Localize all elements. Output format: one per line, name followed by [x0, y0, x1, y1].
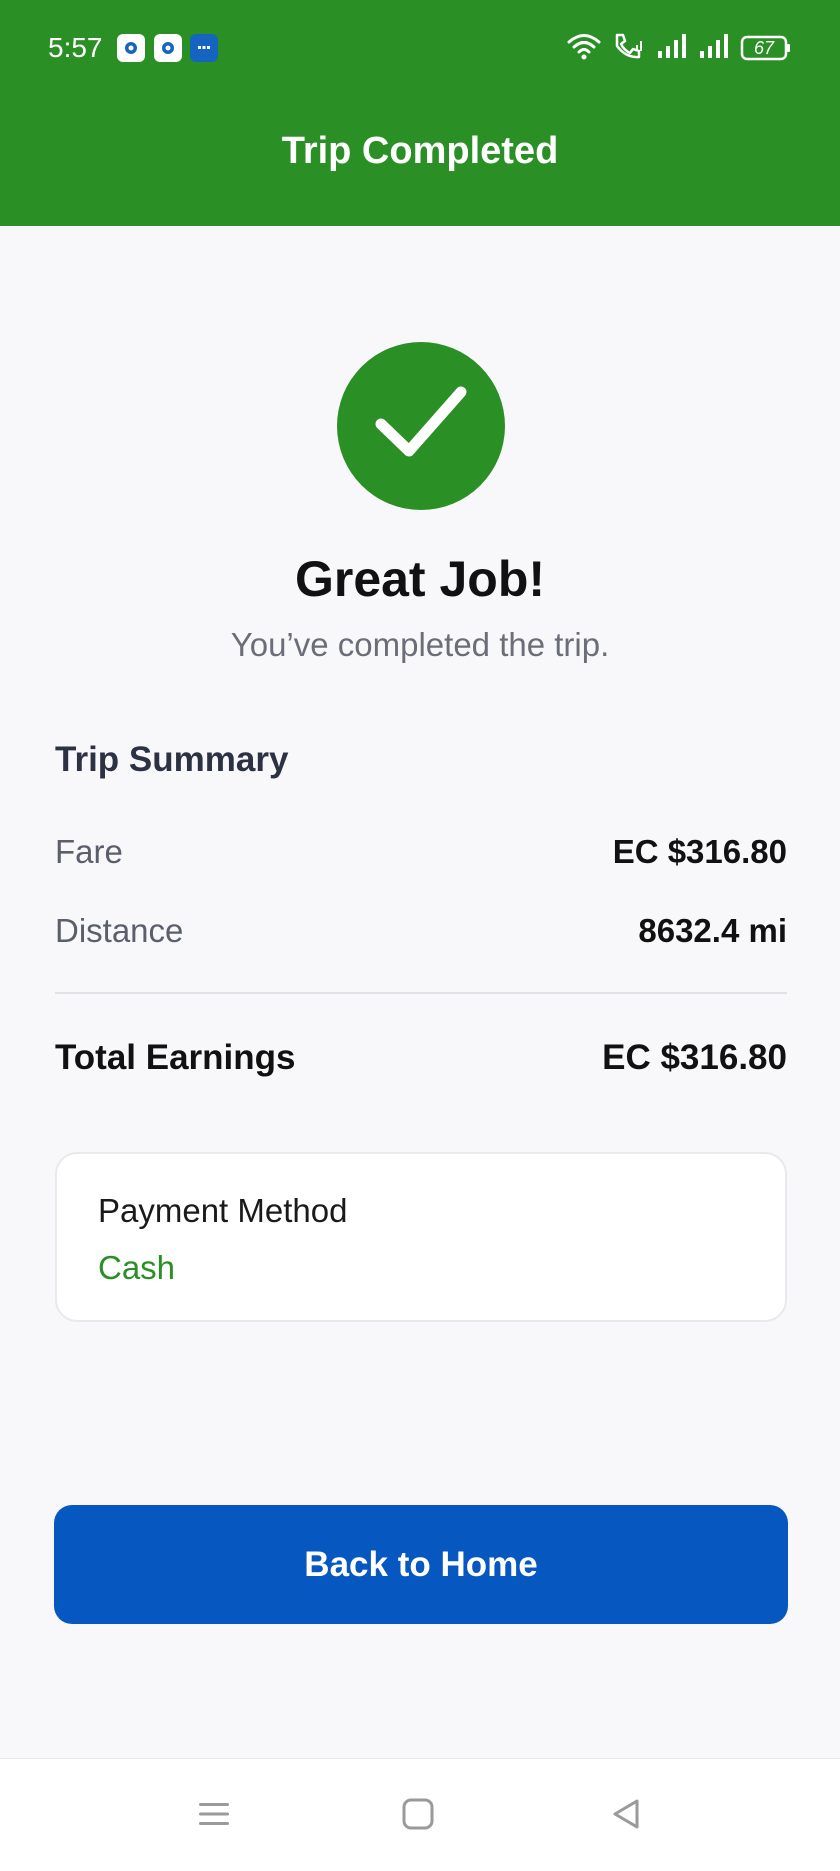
- success-message: You’ve completed the trip.: [230, 626, 610, 663]
- distance-value: 8632.4 mi: [638, 912, 787, 949]
- total-earnings-value: EC $316.80: [602, 1038, 787, 1077]
- app-notification-icon: [117, 34, 145, 62]
- back-to-home-button[interactable]: Back to Home: [54, 1505, 788, 1624]
- status-time: 5:57: [48, 32, 103, 63]
- success-headline: Great Job!: [294, 551, 546, 607]
- message-notification-icon: [190, 34, 218, 62]
- total-earnings-label: Total Earnings: [55, 1038, 296, 1077]
- battery-level: 67: [753, 38, 775, 58]
- payment-method-title: Payment Method: [98, 1192, 348, 1229]
- summary-divider: [55, 992, 787, 994]
- system-nav-bar: [0, 1758, 840, 1871]
- summary-title: Trip Summary: [55, 740, 289, 779]
- fare-label: Fare: [55, 833, 123, 870]
- back-icon[interactable]: [596, 1789, 656, 1839]
- status-bar: 5:57 67: [0, 0, 840, 100]
- menu-icon[interactable]: [184, 1789, 244, 1839]
- page-title: Trip Completed: [281, 130, 559, 172]
- checkmark-icon: [371, 374, 471, 479]
- app-notification-icon: [154, 34, 182, 62]
- signal-icon: [698, 32, 730, 65]
- payment-method-card: Payment Method Cash: [55, 1152, 787, 1322]
- header-bar: 5:57 67 Trip Completed: [0, 0, 840, 226]
- payment-method-value: Cash: [98, 1249, 176, 1286]
- distance-label: Distance: [55, 912, 184, 949]
- status-icons: 67: [566, 30, 792, 66]
- home-icon[interactable]: [388, 1789, 448, 1839]
- success-badge: [337, 342, 505, 510]
- fare-value: EC $316.80: [612, 833, 787, 870]
- signal-icon: [656, 32, 688, 65]
- battery-icon: 67: [740, 34, 792, 62]
- wifi-icon: [566, 31, 602, 66]
- wifi-calling-icon: [612, 31, 646, 66]
